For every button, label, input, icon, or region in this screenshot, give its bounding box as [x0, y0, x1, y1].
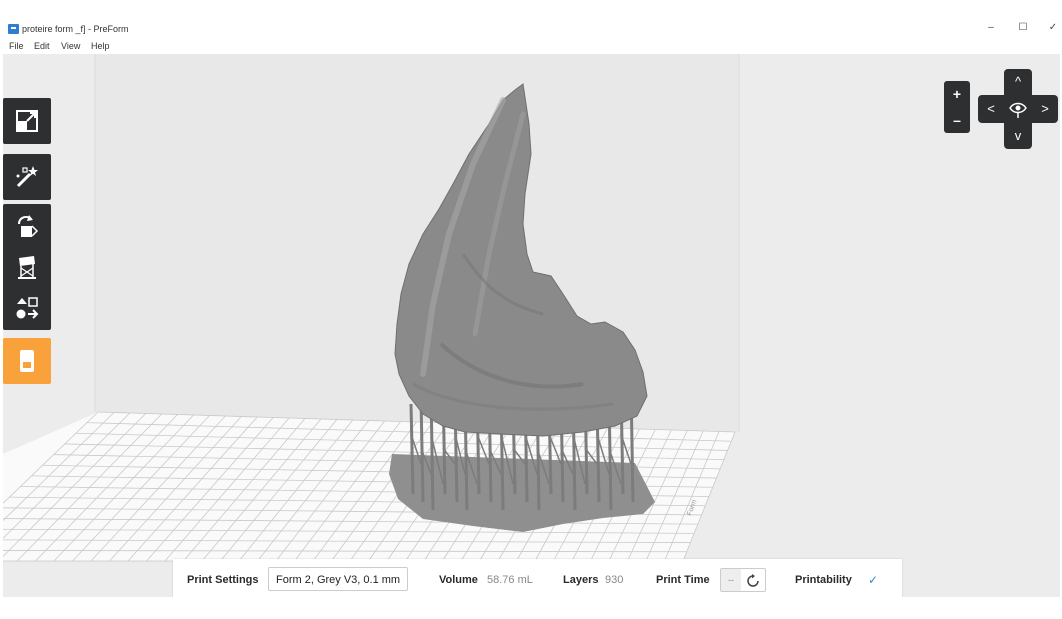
menu-help[interactable]: Help — [91, 41, 110, 51]
layout-arrange-button[interactable] — [3, 288, 51, 330]
app-icon — [8, 24, 19, 34]
orientation-tool-button[interactable] — [3, 204, 51, 246]
print-scene: Form — [3, 54, 740, 562]
model-tools-group — [3, 204, 51, 330]
title-bar: proteire form _f] - PreForm – ☐ ✓ — [0, 0, 1062, 40]
rotate-left-button[interactable]: < — [980, 98, 1002, 120]
job-icon — [20, 350, 34, 372]
refresh-icon[interactable] — [745, 573, 761, 589]
print-time-label: Print Time — [656, 574, 710, 586]
orient-icon — [18, 215, 39, 237]
layout-arrange-icon — [16, 297, 39, 319]
status-bar: Print Settings Form 2, Grey V3, 0.1 mm V… — [173, 559, 902, 597]
magic-wand-icon — [16, 166, 38, 188]
supports-icon — [18, 256, 36, 279]
print-settings-field[interactable]: Form 2, Grey V3, 0.1 mm — [268, 567, 408, 591]
volume-label: Volume — [439, 574, 478, 586]
print-settings-label: Print Settings — [187, 574, 259, 586]
window-title: proteire form _f] - PreForm — [22, 24, 129, 34]
print-time-value: -- — [721, 569, 741, 591]
supports-tool-button[interactable] — [3, 246, 51, 288]
close-button[interactable]: ✓ — [1042, 20, 1062, 36]
layout-tool-button[interactable] — [3, 98, 51, 144]
rotate-down-button[interactable]: v — [1007, 125, 1029, 147]
layout-icon — [16, 110, 38, 132]
zoom-out-button[interactable]: – — [944, 107, 970, 133]
camera-nav-pad: ^ v < > — [978, 69, 1058, 149]
layers-value: 930 — [605, 574, 624, 586]
zoom-controls: + – — [944, 81, 970, 133]
printability-label: Printability — [795, 574, 852, 586]
job-info-button[interactable] — [3, 338, 51, 384]
print-time-field[interactable]: -- — [720, 568, 766, 592]
volume-value: 58.76 mL — [487, 574, 533, 586]
3d-viewport[interactable]: Form — [3, 54, 1060, 597]
zoom-in-button[interactable]: + — [944, 81, 970, 107]
check-icon: ✓ — [868, 573, 879, 587]
minimize-button[interactable]: – — [980, 20, 1002, 36]
menu-bar: File Edit View Help — [0, 40, 1062, 54]
one-click-print-button[interactable] — [3, 154, 51, 200]
view-eye-icon[interactable] — [1008, 99, 1028, 119]
menu-file[interactable]: File — [9, 41, 24, 51]
layers-label: Layers — [563, 574, 599, 586]
bottom-strip — [0, 597, 1062, 619]
menu-view[interactable]: View — [61, 41, 80, 51]
rotate-right-button[interactable]: > — [1034, 98, 1056, 120]
menu-edit[interactable]: Edit — [34, 41, 50, 51]
rotate-up-button[interactable]: ^ — [1007, 71, 1029, 93]
maximize-button[interactable]: ☐ — [1012, 20, 1034, 36]
